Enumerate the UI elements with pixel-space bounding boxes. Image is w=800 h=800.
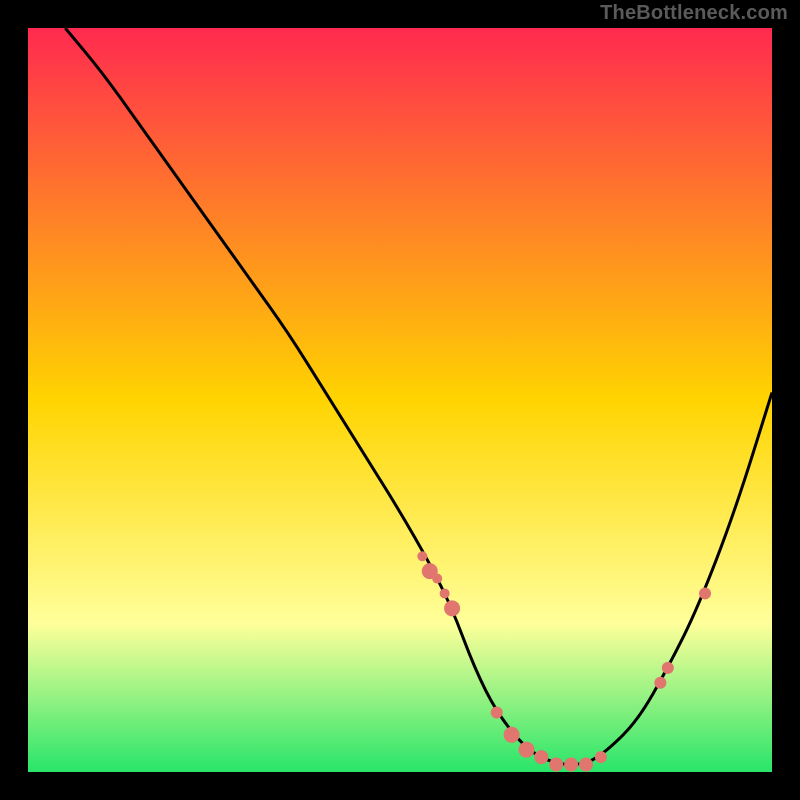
- marker-dot: [549, 758, 563, 772]
- chart-frame: TheBottleneck.com: [0, 0, 800, 800]
- marker-dot: [564, 758, 578, 772]
- marker-dot: [432, 574, 442, 584]
- marker-dot: [662, 662, 674, 674]
- marker-dot: [444, 600, 460, 616]
- marker-dot: [595, 751, 607, 763]
- marker-dot: [654, 677, 666, 689]
- marker-dot: [491, 706, 503, 718]
- marker-dot: [417, 551, 427, 561]
- marker-dot: [440, 588, 450, 598]
- marker-dot: [579, 758, 593, 772]
- watermark-text: TheBottleneck.com: [600, 2, 788, 25]
- marker-dot: [699, 587, 711, 599]
- marker-dot: [518, 742, 534, 758]
- gradient-bg: [28, 28, 772, 772]
- marker-dot: [534, 750, 548, 764]
- plot-area: [28, 28, 772, 772]
- chart-svg: [28, 28, 772, 772]
- marker-dot: [504, 727, 520, 743]
